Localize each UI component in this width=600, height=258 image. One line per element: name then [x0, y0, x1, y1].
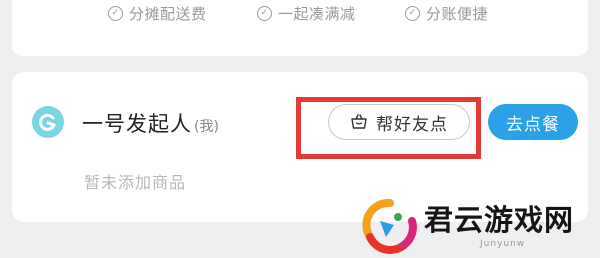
- watermark-text: 君云游戏网: [424, 203, 575, 237]
- initiator-name: 一号发起人: [82, 112, 192, 136]
- empty-cart-text: 暂未添加商品: [84, 173, 187, 192]
- watermark-subtext: Junyunw: [480, 239, 526, 249]
- avatar: [32, 106, 64, 138]
- feature-label: 分摊配送费: [129, 4, 207, 23]
- features-card: ✓ 分摊配送费 ✓ 一起凑满减 ✓ 分账便捷: [12, 0, 588, 56]
- initiator-title: 一号发起人 (我): [82, 108, 219, 138]
- feature-split-delivery: ✓ 分摊配送费: [108, 3, 207, 23]
- watermark: 君云游戏网 Junyunw: [358, 195, 588, 255]
- feature-label: 一起凑满减: [278, 4, 356, 23]
- self-tag: (我): [194, 119, 219, 135]
- check-circle-icon: ✓: [257, 5, 272, 21]
- avatar-logo-icon: [39, 113, 56, 131]
- feature-easy-split: ✓ 分账便捷: [405, 3, 488, 23]
- go-order-button[interactable]: 去点餐: [488, 104, 578, 140]
- check-circle-icon: ✓: [405, 5, 420, 21]
- feature-group-discount: ✓ 一起凑满减: [257, 3, 356, 23]
- check-circle-icon: ✓: [108, 5, 123, 21]
- feature-label: 分账便捷: [426, 4, 489, 23]
- highlight-box: [296, 97, 481, 159]
- watermark-logo-icon: [362, 198, 417, 254]
